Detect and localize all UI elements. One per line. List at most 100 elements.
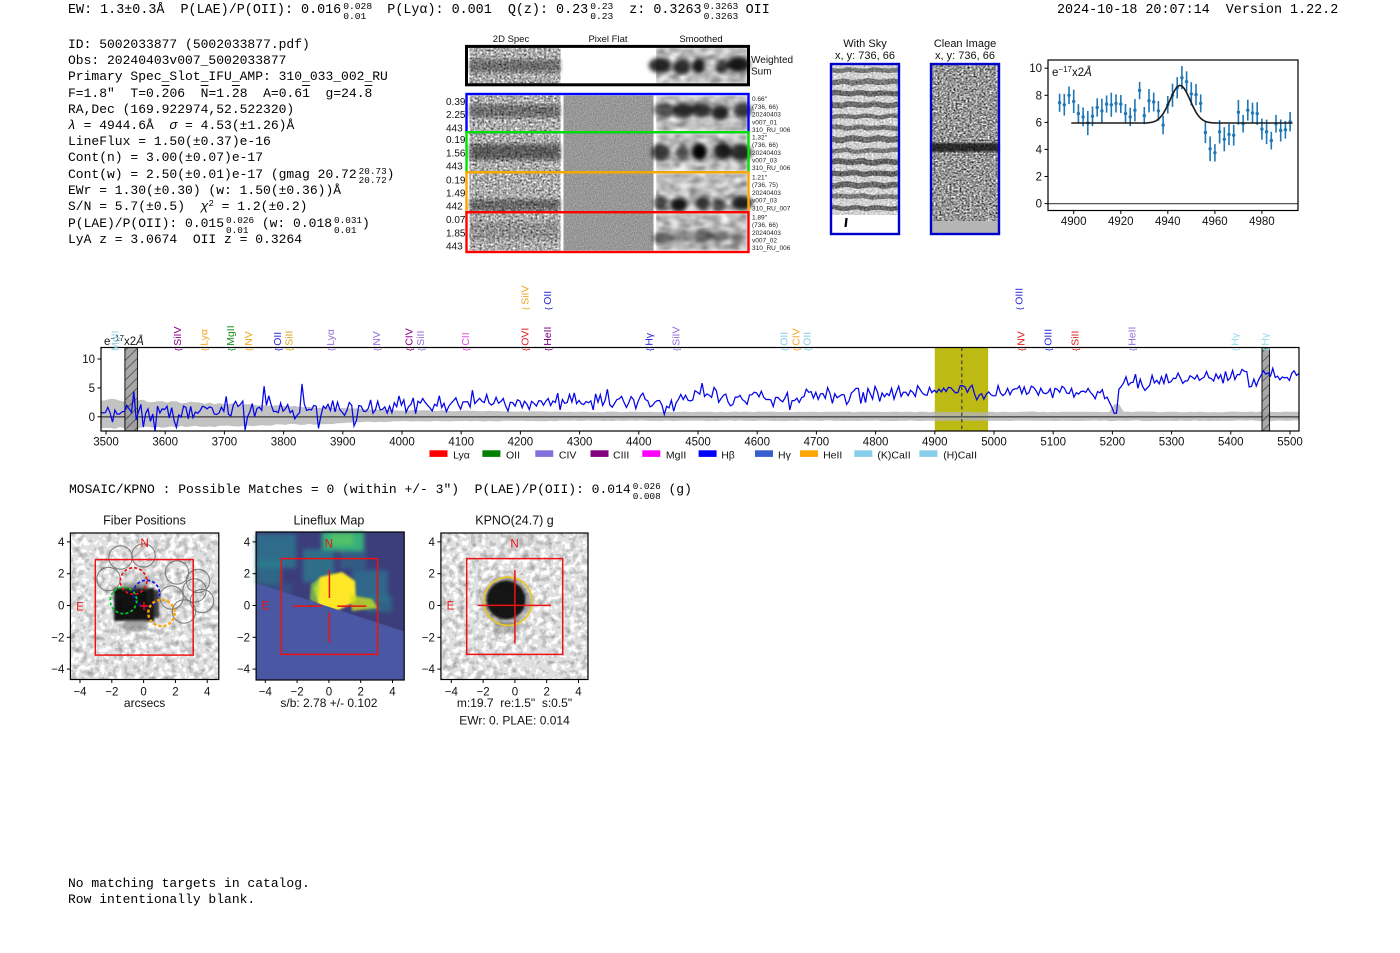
svg-text:MgII: MgII — [110, 331, 122, 351]
svg-text:0.39: 0.39 — [446, 97, 466, 108]
svg-text:Sum: Sum — [751, 67, 772, 78]
svg-text:N: N — [325, 539, 333, 551]
svg-text:HeII: HeII — [823, 449, 842, 461]
svg-text:8: 8 — [1036, 90, 1042, 102]
svg-text:s/b: 2.78 +/- 0.102: s/b: 2.78 +/- 0.102 — [280, 696, 377, 710]
svg-text:4800: 4800 — [863, 437, 889, 449]
svg-text:20240403: 20240403 — [752, 230, 781, 237]
svg-text:5200: 5200 — [1100, 437, 1126, 449]
svg-text:v007_03: v007_03 — [752, 158, 777, 165]
svg-text:4900: 4900 — [922, 437, 948, 449]
svg-text:{ SiIV: { SiIV — [671, 327, 683, 351]
svg-text:{ CII: { CII — [460, 332, 472, 351]
svg-text:EWr: 0. PLAE: 0.014: EWr: 0. PLAE: 0.014 — [459, 714, 570, 728]
svg-text:With Sky: With Sky — [843, 38, 887, 50]
svg-text:4: 4 — [58, 537, 65, 549]
svg-text:4600: 4600 — [744, 437, 770, 449]
svg-text:1.21″: 1.21″ — [752, 175, 768, 182]
svg-text:(736, 75): (736, 75) — [752, 182, 778, 189]
svg-text:Hγ: Hγ — [778, 449, 792, 461]
svg-text:5100: 5100 — [1040, 437, 1066, 449]
svg-text:{ OVI: { OVI — [520, 328, 532, 351]
svg-text:20240403: 20240403 — [752, 190, 781, 197]
svg-text:4300: 4300 — [567, 437, 593, 449]
svg-text:310_RU_007: 310_RU_007 — [752, 205, 791, 212]
svg-text:−2: −2 — [422, 632, 435, 644]
svg-text:2: 2 — [58, 569, 64, 581]
svg-text:x, y: 736, 66: x, y: 736, 66 — [935, 50, 995, 62]
svg-text:0: 0 — [58, 601, 64, 613]
svg-text:4: 4 — [389, 687, 396, 699]
svg-text:m:19.7 re:1.5" s:0.5": m:19.7 re:1.5" s:0.5" — [457, 696, 572, 710]
svg-text:0.19: 0.19 — [446, 135, 466, 146]
svg-text:CIV: CIV — [559, 449, 577, 461]
svg-text:4500: 4500 — [685, 437, 711, 449]
svg-text:5500: 5500 — [1277, 437, 1303, 449]
svg-text:4200: 4200 — [508, 437, 534, 449]
svg-text:5: 5 — [89, 383, 95, 395]
svg-text:Hβ: Hβ — [721, 449, 735, 461]
svg-text:{ CIV: { CIV — [404, 328, 416, 351]
svg-text:{ Hγ: { Hγ — [644, 332, 656, 351]
svg-text:−4: −4 — [51, 664, 65, 676]
svg-text:{ OIII: { OIII — [1043, 329, 1055, 351]
svg-text:{ Hγ: { Hγ — [1230, 332, 1242, 351]
svg-text:4940: 4940 — [1155, 216, 1181, 228]
svg-text:{ OII: { OII — [272, 332, 284, 351]
svg-text:arcsecs: arcsecs — [124, 696, 165, 710]
svg-text:4000: 4000 — [389, 437, 415, 449]
svg-text:{ SiII: { SiII — [1070, 331, 1082, 351]
svg-text:10: 10 — [1029, 63, 1042, 75]
svg-text:(736, 66): (736, 66) — [752, 104, 778, 111]
svg-text:−2: −2 — [237, 632, 250, 644]
svg-text:2: 2 — [244, 569, 250, 581]
svg-text:20240403: 20240403 — [752, 112, 781, 119]
svg-text:−2: −2 — [105, 687, 118, 699]
svg-text:2.25: 2.25 — [446, 110, 466, 121]
svg-text:6: 6 — [1036, 117, 1042, 129]
svg-text:20240403: 20240403 — [752, 150, 781, 157]
svg-text:{ SiIV: { SiIV — [172, 327, 184, 351]
svg-text:{ NV: { NV — [243, 331, 255, 351]
svg-text:0: 0 — [428, 601, 434, 613]
svg-text:x, y: 736, 66: x, y: 736, 66 — [835, 50, 895, 62]
svg-text:v007_02: v007_02 — [752, 238, 777, 245]
svg-text:−2: −2 — [51, 632, 64, 644]
svg-text:4: 4 — [575, 687, 582, 699]
svg-text:OII: OII — [506, 449, 520, 461]
svg-text:{ OII: { OII — [779, 332, 791, 351]
svg-text:v007_01: v007_01 — [752, 119, 777, 126]
svg-text:{ OII: { OII — [542, 291, 554, 310]
svg-text:Pixel Flat: Pixel Flat — [588, 34, 627, 45]
svg-text:{ SiII: { SiII — [284, 331, 296, 351]
svg-text:1.56: 1.56 — [446, 148, 466, 159]
svg-text:−4: −4 — [259, 687, 273, 699]
svg-text:Fiber Positions: Fiber Positions — [103, 514, 186, 528]
svg-text:0: 0 — [1036, 199, 1042, 211]
svg-text:{ SiII: { SiII — [415, 331, 427, 351]
svg-text:{ HeII: { HeII — [542, 327, 554, 351]
svg-text:443: 443 — [446, 242, 463, 253]
svg-text:{ OII: { OII — [802, 332, 814, 351]
svg-text:5400: 5400 — [1218, 437, 1244, 449]
svg-text:3900: 3900 — [330, 437, 356, 449]
svg-text:N: N — [141, 538, 149, 550]
svg-text:E: E — [447, 601, 455, 613]
svg-text:1.89″: 1.89″ — [752, 214, 768, 221]
svg-text:443: 443 — [446, 123, 463, 134]
svg-text:10: 10 — [82, 354, 95, 366]
svg-text:{ Lyα: { Lyα — [199, 329, 211, 351]
svg-text:4900: 4900 — [1061, 216, 1087, 228]
svg-text:4980: 4980 — [1249, 216, 1275, 228]
svg-text:−4: −4 — [73, 687, 87, 699]
svg-text:{ NV: { NV — [1016, 331, 1028, 351]
svg-text:5300: 5300 — [1159, 437, 1185, 449]
svg-text:{ MgII: { MgII — [225, 325, 237, 351]
svg-text:KPNO(24.7) g: KPNO(24.7) g — [475, 514, 554, 528]
svg-text:(736, 66): (736, 66) — [752, 142, 778, 149]
svg-text:3700: 3700 — [212, 437, 238, 449]
svg-text:2: 2 — [172, 687, 178, 699]
svg-text:4920: 4920 — [1108, 216, 1134, 228]
svg-text:{ OIII: { OIII — [1014, 288, 1026, 310]
svg-text:{ Lyα: { Lyα — [325, 329, 337, 351]
